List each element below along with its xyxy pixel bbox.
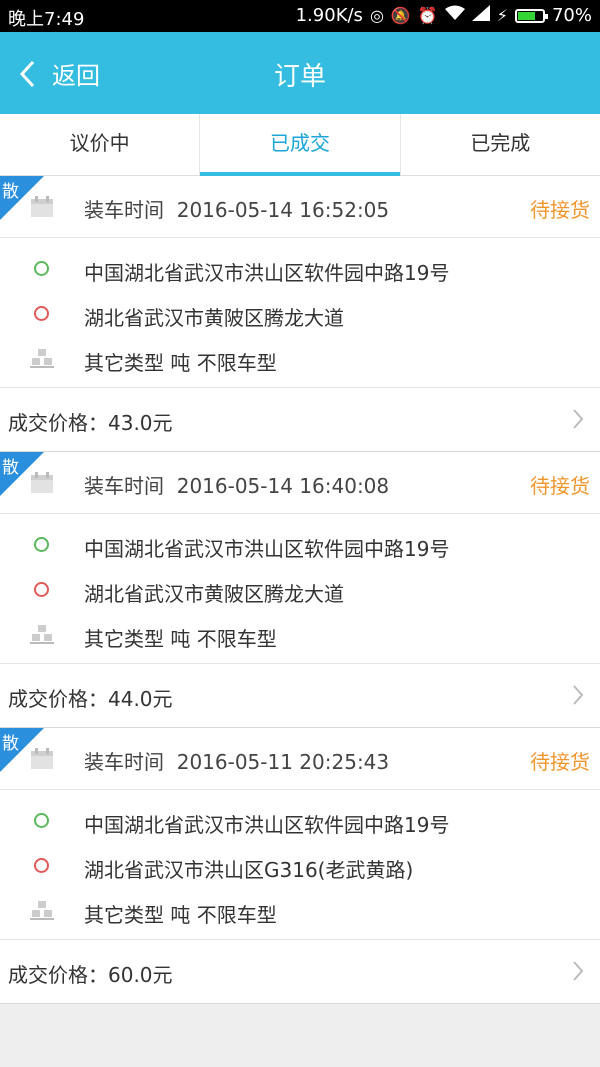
cargo-boxes-icon: [30, 349, 54, 368]
clock: 晚上7:49: [8, 9, 85, 30]
origin-address: 中国湖北省武汉市洪山区软件园中路19号: [84, 261, 450, 285]
cargo-info: 其它类型 吨 不限车型: [84, 627, 277, 651]
calendar-icon: [31, 748, 53, 769]
origin-dot-icon: [34, 261, 49, 276]
destination-dot-icon: [34, 306, 49, 321]
chevron-right-icon: [573, 961, 584, 981]
destination-dot-icon: [34, 858, 49, 873]
signal-icon: [471, 5, 490, 26]
order-price-row[interactable]: 成交价格：43.0元: [0, 388, 600, 450]
destination-address: 湖北省武汉市黄陂区腾龙大道: [84, 582, 344, 606]
cargo-info: 其它类型 吨 不限车型: [84, 903, 277, 927]
deal-price: 成交价格：44.0元: [8, 687, 173, 711]
order-card[interactable]: 散 装车时间 2016-05-14 16:40:08 待接货 中国湖北省武汉市洪…: [0, 452, 600, 728]
destination-address: 湖北省武汉市黄陂区腾龙大道: [84, 306, 344, 330]
order-route: 中国湖北省武汉市洪山区软件园中路19号 湖北省武汉市黄陂区腾龙大道 其它类型 吨…: [0, 238, 600, 388]
chevron-right-icon: [573, 685, 584, 705]
order-status: 待接货: [530, 198, 590, 222]
tab-negotiating[interactable]: 议价中: [0, 114, 201, 175]
nav-bar: 返回 订单: [0, 32, 600, 114]
cargo-info: 其它类型 吨 不限车型: [84, 351, 277, 375]
order-route: 中国湖北省武汉市洪山区软件园中路19号 湖北省武汉市黄陂区腾龙大道 其它类型 吨…: [0, 514, 600, 664]
battery-level: [517, 11, 535, 20]
alarm-icon: ⏰: [417, 5, 438, 25]
order-header: 散 装车时间 2016-05-11 20:25:43 待接货: [0, 728, 600, 790]
sync-icon: ◎: [369, 5, 384, 25]
load-time: 装车时间 2016-05-11 20:25:43: [84, 750, 390, 774]
cargo-boxes-icon: [30, 901, 54, 920]
calendar-icon: [31, 196, 53, 217]
tab-closed-deal[interactable]: 已成交: [200, 114, 401, 176]
status-icons: 1.90K/s ◎ 🔕 ⏰ ⚡ 70%: [296, 5, 592, 26]
destination-address: 湖北省武汉市洪山区G316(老武黄路): [84, 858, 414, 882]
order-price-row[interactable]: 成交价格：60.0元: [0, 940, 600, 1002]
origin-address: 中国湖北省武汉市洪山区软件园中路19号: [84, 537, 450, 561]
origin-dot-icon: [34, 813, 49, 828]
calendar-icon: [31, 472, 53, 493]
order-list: 散 装车时间 2016-05-14 16:52:05 待接货 中国湖北省武汉市洪…: [0, 176, 600, 1004]
order-route: 中国湖北省武汉市洪山区软件园中路19号 湖北省武汉市洪山区G316(老武黄路) …: [0, 790, 600, 940]
page-title: 订单: [273, 62, 326, 92]
deal-price: 成交价格：60.0元: [8, 963, 173, 987]
cargo-boxes-icon: [30, 625, 54, 644]
order-status: 待接货: [530, 750, 590, 774]
load-time: 装车时间 2016-05-14 16:40:08: [84, 474, 390, 498]
destination-dot-icon: [34, 582, 49, 597]
battery-percent: 70%: [551, 5, 592, 26]
bulk-badge-label: 散: [2, 734, 19, 754]
bulk-badge-label: 散: [2, 182, 19, 202]
order-card[interactable]: 散 装车时间 2016-05-11 20:25:43 待接货 中国湖北省武汉市洪…: [0, 728, 600, 1004]
network-speed: 1.90K/s: [295, 5, 363, 26]
order-price-row[interactable]: 成交价格：44.0元: [0, 664, 600, 726]
battery-icon: [514, 8, 548, 23]
origin-address: 中国湖北省武汉市洪山区软件园中路19号: [84, 813, 450, 837]
status-bar: 晚上7:49 1.90K/s ◎ 🔕 ⏰ ⚡ 70%: [0, 0, 600, 32]
wifi-icon: [444, 5, 465, 26]
chevron-right-icon: [573, 409, 584, 429]
tab-completed[interactable]: 已完成: [401, 114, 600, 175]
order-status: 待接货: [530, 474, 590, 498]
deal-price: 成交价格：43.0元: [8, 411, 173, 435]
origin-dot-icon: [34, 537, 49, 552]
load-time: 装车时间 2016-05-14 16:52:05: [84, 198, 390, 222]
mute-icon: 🔕: [390, 5, 411, 25]
order-card[interactable]: 散 装车时间 2016-05-14 16:52:05 待接货 中国湖北省武汉市洪…: [0, 176, 600, 452]
tab-bar: 议价中 已成交 已完成: [0, 114, 600, 176]
charging-icon: ⚡: [496, 5, 508, 25]
order-header: 散 装车时间 2016-05-14 16:52:05 待接货: [0, 176, 600, 238]
order-header: 散 装车时间 2016-05-14 16:40:08 待接货: [0, 452, 600, 514]
bulk-badge-label: 散: [2, 458, 19, 478]
